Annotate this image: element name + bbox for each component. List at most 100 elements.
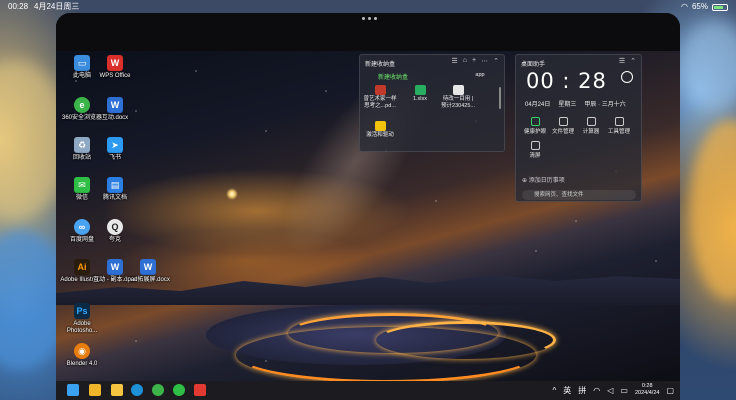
scrollbar[interactable] bbox=[499, 87, 501, 109]
favorite-item[interactable]: 激活和驱动 bbox=[362, 121, 398, 139]
favorite-item[interactable]: 待改一目用 | 预计230425... bbox=[440, 85, 476, 109]
assistant-date: 04月24日 bbox=[525, 102, 551, 108]
clean-screen-icon bbox=[530, 141, 540, 150]
home-icon[interactable]: ⌂ bbox=[463, 57, 467, 65]
favorites-title: 新建收纳盒 bbox=[365, 62, 396, 68]
battery-percent: 65% bbox=[691, 2, 708, 11]
desktop-icon-quark[interactable]: Q 夸克 bbox=[92, 219, 138, 244]
desktop-icon-wps[interactable]: W WPS Office bbox=[92, 55, 138, 80]
xlsx-icon bbox=[414, 85, 426, 95]
assistant-search-input[interactable]: 搜索网页、查找文件 bbox=[522, 190, 636, 200]
tool-label: 文件管理 bbox=[552, 129, 575, 135]
desktop-icon-label: 腾讯文档 bbox=[102, 195, 127, 201]
quark-icon: Q bbox=[107, 219, 123, 235]
ime-english[interactable]: 英 bbox=[563, 385, 571, 396]
feishu-icon: ➤ bbox=[107, 137, 123, 153]
favorites-toolbar: ☰ ⌂ + ⋯ ⌃ bbox=[452, 57, 499, 65]
illustrator-icon: Ai bbox=[74, 259, 90, 275]
multitask-grip-icon[interactable] bbox=[362, 17, 377, 20]
recycle-bin-icon: ♻ bbox=[74, 137, 90, 153]
desktop-icon-tencent-docs[interactable]: ▤ 腾讯文档 bbox=[92, 177, 138, 202]
assistant-tools-row: 健康护眼 文件管理 计算器 工具管理 bbox=[524, 117, 630, 135]
tool-calculator[interactable]: 计算器 bbox=[580, 117, 602, 135]
baidu-netdisk-icon: ∞ bbox=[74, 219, 90, 235]
assistant-clock: 00 : 28 bbox=[526, 69, 607, 93]
search-placeholder: 搜索网页、查找文件 bbox=[534, 192, 584, 198]
remote-desktop-window[interactable]: ▭ 此电脑 W WPS Office e 360安全浏览器 W 互动.docx … bbox=[56, 13, 680, 400]
app-icon[interactable] bbox=[89, 384, 101, 396]
tool-file-manager[interactable]: 文件管理 bbox=[552, 117, 574, 135]
taskbar-clock[interactable]: 0:28 2024/4/24 bbox=[635, 383, 659, 397]
taskbar-time: 0:28 bbox=[641, 383, 653, 389]
add-event-label: 添加日历事项 bbox=[528, 178, 565, 184]
ipad-status-bar: 00:28 4月24日周三 ◠ 65% bbox=[0, 0, 736, 14]
favorite-item-label: 激活和驱动 bbox=[366, 132, 394, 138]
light-trail-road bbox=[376, 321, 556, 359]
360-browser-icon: e bbox=[74, 97, 90, 113]
tool-clean-screen[interactable]: 清屏 bbox=[524, 141, 546, 159]
desktop-icon-ipad-docx[interactable]: W ipad拓展屏.docx bbox=[125, 259, 171, 284]
tool-eye-care[interactable]: 健康护眼 bbox=[524, 117, 546, 135]
windows-start-icon[interactable] bbox=[67, 384, 79, 396]
wifi-icon: ◠ bbox=[681, 2, 688, 11]
add-icon[interactable]: + bbox=[472, 57, 476, 65]
favorite-item[interactable]: app bbox=[462, 72, 498, 79]
favorite-item[interactable]: 1.xlsx bbox=[402, 85, 438, 103]
more-icon[interactable]: ⋯ bbox=[481, 57, 488, 65]
desktop-icon-feishu[interactable]: ➤ 飞书 bbox=[92, 137, 138, 162]
toolbox-icon bbox=[614, 117, 624, 126]
assistant-title: 桌面助手 bbox=[521, 62, 546, 68]
ime-pinyin[interactable]: 拼 bbox=[578, 385, 586, 396]
weather-sun-icon bbox=[621, 71, 633, 83]
tool-label: 工具管理 bbox=[608, 129, 631, 135]
desktop-icon-label: WPS Office bbox=[99, 73, 131, 79]
system-tray: ^ 英 拼 ◠ ◁ ▭ 0:28 2024/4/24 ▢ bbox=[553, 383, 675, 397]
add-calendar-event[interactable]: ⊕ 添加日历事项 bbox=[522, 175, 565, 184]
document-icon bbox=[452, 85, 464, 95]
chevron-up-icon[interactable]: ^ bbox=[553, 386, 557, 395]
docx-icon: W bbox=[140, 259, 156, 275]
ipad-date: 4月24日周三 bbox=[34, 2, 80, 11]
desktop-icon-grid: ▭ 此电脑 W WPS Office e 360安全浏览器 W 互动.docx … bbox=[56, 51, 170, 381]
desktop-icon-label: ipad拓展屏.docx bbox=[126, 277, 170, 283]
favorite-item[interactable]: 曾艺术家一样思考之...pd... bbox=[362, 85, 398, 109]
windows-desktop[interactable]: ▭ 此电脑 W WPS Office e 360安全浏览器 W 互动.docx … bbox=[56, 51, 680, 381]
taskbar-date: 2024/4/24 bbox=[634, 390, 660, 396]
assistant-toolbar: ☰ ⌃ bbox=[619, 57, 636, 65]
favorites-box-widget[interactable]: 新建收纳盒 ☰ ⌂ + ⋯ ⌃ 新建收纳盒 曾艺术家一样思考之...pd... … bbox=[359, 54, 505, 152]
desktop-icon-label: 夸克 bbox=[108, 237, 121, 243]
desktop-icon-photoshop[interactable]: Ps Adobe Photosho... bbox=[59, 303, 105, 335]
calculator-icon bbox=[586, 117, 596, 126]
favorite-item-label: 待改一目用 | 预计230425... bbox=[441, 96, 475, 109]
ipad-time: 00:28 bbox=[8, 2, 29, 11]
wifi-icon[interactable]: ◠ bbox=[593, 386, 600, 395]
desktop-icon-label: Adobe Photosho... bbox=[66, 321, 98, 334]
assistant-date-line: 04月24日 星期三 甲辰 · 三月十六 bbox=[525, 99, 626, 108]
desktop-icon-blender[interactable]: ◉ Blender 4.0 bbox=[59, 343, 105, 368]
desktop-icon-label: 飞书 bbox=[108, 155, 121, 161]
folder-icon bbox=[374, 121, 386, 131]
blender-icon: ◉ bbox=[74, 343, 90, 359]
menu-icon[interactable]: ☰ bbox=[619, 57, 625, 65]
window-top-bar bbox=[56, 13, 680, 51]
list-view-icon[interactable]: ☰ bbox=[452, 57, 458, 65]
desktop-icon-label: 互动.docx bbox=[101, 115, 129, 121]
tool-toolbox[interactable]: 工具管理 bbox=[608, 117, 630, 135]
speaker-icon[interactable]: ◁ bbox=[607, 386, 613, 395]
collapse-icon[interactable]: ⌃ bbox=[630, 57, 636, 65]
notification-icon[interactable]: ▢ bbox=[666, 386, 674, 395]
collapse-icon[interactable]: ⌃ bbox=[493, 57, 499, 65]
assistant-lunar: 甲辰 · 三月十六 bbox=[584, 102, 626, 108]
edge-browser-icon[interactable] bbox=[131, 384, 143, 396]
computer-icon: ▭ bbox=[74, 55, 90, 71]
favorite-item-label: 1.xlsx bbox=[412, 96, 428, 102]
desktop-icon-docx[interactable]: W 互动.docx bbox=[92, 97, 138, 122]
tool-label: 清屏 bbox=[529, 153, 541, 159]
360-browser-icon[interactable] bbox=[152, 384, 164, 396]
wps-icon[interactable] bbox=[194, 384, 206, 396]
desktop-assistant-widget[interactable]: 桌面助手 ☰ ⌃ 00 : 28 04月24日 星期三 甲辰 · 三月十六 健康… bbox=[515, 54, 642, 202]
wechat-icon[interactable] bbox=[173, 384, 185, 396]
pdf-icon bbox=[374, 85, 386, 95]
battery-tray-icon[interactable]: ▭ bbox=[620, 386, 628, 395]
file-explorer-icon[interactable] bbox=[111, 384, 123, 396]
